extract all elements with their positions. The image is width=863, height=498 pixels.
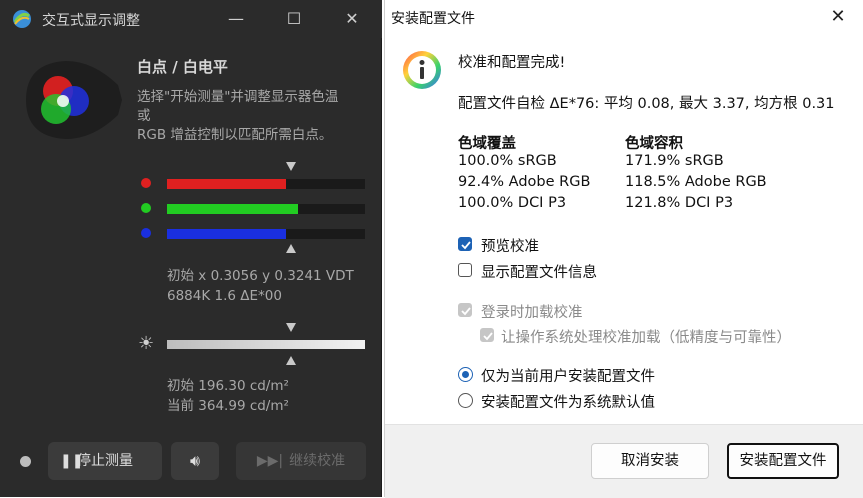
initial-luminance: 初始 196.30 cd/m²	[167, 378, 289, 394]
dialog-title: 安装配置文件	[391, 11, 475, 27]
install-current-user-label: 仅为当前用户安装配置文件	[481, 369, 655, 385]
green-gain-bar	[167, 204, 365, 214]
completion-message: 校准和配置完成!	[458, 55, 566, 71]
pause-icon: ❚❚	[60, 453, 84, 469]
gamut-coverage-srgb: 100.0% sRGB	[458, 153, 557, 169]
section-heading: 白点 / 白电平	[137, 58, 228, 76]
install-profile-dialog: 安装配置文件 ✕ 校准和配置完成! 配置文件自检 ΔE*76: 平均 0.08,…	[384, 0, 863, 498]
show-profile-info-label: 显示配置文件信息	[481, 265, 597, 281]
install-profile-label: 安装配置文件	[739, 453, 827, 469]
stop-measurement-label: 停止测量	[77, 453, 133, 469]
whitepoint-readout: 初始 x 0.3056 y 0.3241 VDT 6884K 1.6 ΔE*00	[167, 266, 354, 306]
blue-dot-icon	[141, 228, 151, 238]
gamut-volume-adobe: 118.5% Adobe RGB	[625, 174, 767, 190]
os-handles-loading-checkbox[interactable]	[480, 328, 494, 342]
rgb-target-marker-top	[286, 162, 296, 171]
red-gain-fill	[167, 179, 286, 189]
profile-self-check: 配置文件自检 ΔE*76: 平均 0.08, 最大 3.37, 均方根 0.31	[458, 96, 835, 112]
preview-calibration-checkbox[interactable]	[458, 237, 472, 251]
minimize-icon: —	[228, 9, 244, 28]
cancel-install-button[interactable]: 取消安装	[591, 443, 709, 479]
skip-forward-icon: ▶▶|	[256, 453, 284, 469]
checkmark-icon	[461, 241, 471, 250]
luminance-bar	[167, 340, 365, 349]
blue-gain-bar	[167, 229, 365, 239]
info-icon	[403, 51, 441, 89]
instruction-line-2: 或	[137, 108, 151, 124]
show-profile-info-checkbox[interactable]	[458, 263, 472, 277]
dialog-close-button[interactable]: ✕	[825, 4, 851, 30]
install-system-default-label: 安装配置文件为系统默认值	[481, 395, 655, 411]
luminance-target-marker-top	[286, 323, 296, 332]
green-gain-fill	[167, 204, 298, 214]
luminance-target-marker-bottom	[286, 356, 296, 365]
speaker-icon: 🔊︎	[189, 451, 201, 470]
red-dot-icon	[141, 178, 151, 188]
close-icon: ✕	[345, 9, 359, 28]
os-handles-loading-label: 让操作系统处理校准加载（低精度与可靠性）	[501, 330, 791, 346]
instruction-line-1: 选择"开始测量"并调整显示器色温	[137, 89, 339, 105]
dialog-title-bar: 安装配置文件 ✕	[385, 0, 863, 34]
app-logo-icon	[13, 10, 31, 28]
whitepoint-line-2: 6884K 1.6 ΔE*00	[167, 288, 282, 304]
continue-calibration-label: 继续校准	[289, 453, 346, 469]
green-dot-icon	[141, 203, 151, 213]
status-indicator	[20, 456, 31, 467]
cancel-install-label: 取消安装	[621, 453, 679, 469]
sound-toggle-button[interactable]: 🔊︎	[171, 442, 219, 480]
load-on-login-label: 登录时加载校准	[481, 305, 583, 321]
gamut-volume-title: 色域容积	[625, 136, 683, 152]
maximize-icon: ☐	[286, 9, 302, 28]
luminance-readout: 初始 196.30 cd/m² 当前 364.99 cd/m²	[167, 376, 289, 416]
interactive-display-adjustment-window: 交互式显示调整 — ☐ ✕ 白点 / 白电平 选择"开始测量"并调整显示器色温 …	[0, 0, 382, 497]
window-title: 交互式显示调整	[42, 13, 140, 29]
install-system-default-radio[interactable]	[458, 393, 473, 408]
close-icon: ✕	[830, 6, 846, 27]
gamut-volume-srgb: 171.9% sRGB	[625, 153, 724, 169]
rgb-circles-icon	[26, 61, 122, 139]
install-current-user-radio[interactable]	[458, 367, 473, 382]
gamut-coverage-adobe: 92.4% Adobe RGB	[458, 174, 591, 190]
rgb-target-marker-bottom	[286, 244, 296, 253]
whitepoint-line-1: 初始 x 0.3056 y 0.3241 VDT	[167, 268, 354, 284]
close-button[interactable]: ✕	[338, 6, 366, 32]
red-gain-bar	[167, 179, 365, 189]
preview-calibration-label: 预览校准	[481, 239, 539, 255]
maximize-button[interactable]: ☐	[280, 6, 308, 32]
gamut-coverage-dcip3: 100.0% DCI P3	[458, 195, 567, 211]
instruction-line-3: RGB 增益控制以匹配所需白点。	[137, 127, 333, 143]
minimize-button[interactable]: —	[222, 6, 250, 32]
current-luminance: 当前 364.99 cd/m²	[167, 398, 289, 414]
blue-gain-fill	[167, 229, 286, 239]
gamut-volume-dcip3: 121.8% DCI P3	[625, 195, 734, 211]
instruction-text: 选择"开始测量"并调整显示器色温 或 RGB 增益控制以匹配所需白点。	[137, 88, 372, 145]
gamut-coverage-title: 色域覆盖	[458, 136, 516, 152]
continue-calibration-button[interactable]: ▶▶| 继续校准	[236, 442, 366, 480]
checkmark-icon	[483, 332, 493, 341]
title-bar: 交互式显示调整 — ☐ ✕	[0, 0, 382, 38]
install-profile-button[interactable]: 安装配置文件	[727, 443, 839, 479]
checkmark-icon	[461, 307, 471, 316]
load-on-login-checkbox[interactable]	[458, 303, 472, 317]
brightness-icon: ☀	[138, 333, 155, 354]
stop-measurement-button[interactable]: ❚❚停止测量	[48, 442, 162, 480]
